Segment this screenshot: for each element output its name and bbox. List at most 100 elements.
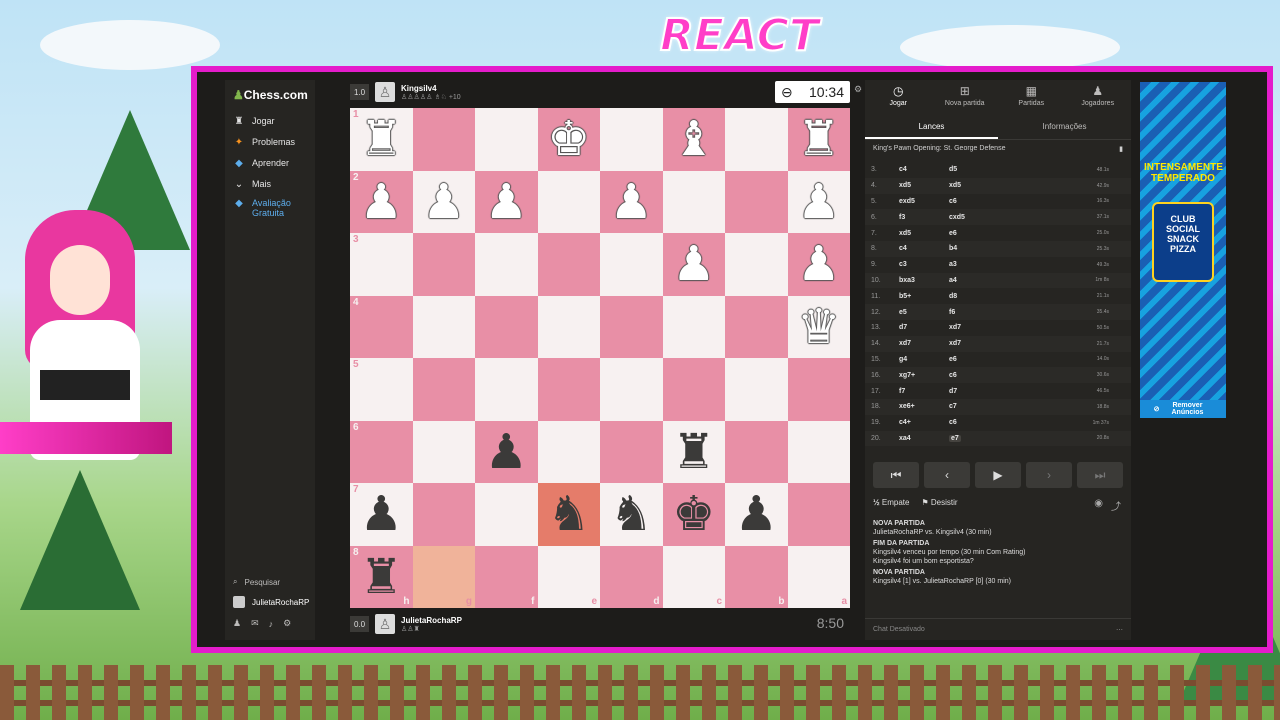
white-pawn-icon[interactable]: ♟ [485,178,528,226]
white-move[interactable]: c4 [899,245,949,252]
board-square[interactable] [787,420,850,483]
white-pawn-icon[interactable]: ♟ [610,178,653,226]
resign-button[interactable]: ⚑ Desistir [921,498,957,507]
white-bishop-icon[interactable]: ♝ [672,115,715,163]
sidebar-item-more[interactable]: ⌄ Mais [233,179,271,190]
board-square[interactable]: g [412,545,475,608]
board-square[interactable]: 2 ♟ [350,170,413,233]
board-square[interactable]: ♟ [725,483,788,546]
board-square[interactable] [787,483,850,546]
board-square[interactable]: ♞ [600,483,663,546]
black-move[interactable]: xd7 [949,324,1069,331]
white-pawn-icon[interactable]: ♟ [360,178,403,226]
white-move[interactable]: bxa3 [899,277,949,284]
share-icon[interactable]: ⤴ [1111,498,1121,513]
white-move[interactable]: b5+ [899,293,949,300]
black-move[interactable]: xd5 [949,182,1069,189]
black-move[interactable]: e6 [949,356,1069,363]
sidebar-item-play[interactable]: ♜ Jogar [233,116,275,127]
tab-new-game[interactable]: ⊞ Nova partida [932,80,999,114]
board-square[interactable] [600,420,663,483]
black-knight-icon[interactable]: ♞ [610,490,653,538]
board-square[interactable]: 5 [350,358,413,421]
white-move[interactable]: xd7 [899,340,949,347]
black-rook-icon[interactable]: ♜ [360,553,403,601]
board-square[interactable]: d [600,545,663,608]
white-pawn-icon[interactable]: ♟ [672,240,715,288]
black-king-icon[interactable]: ♚ [672,490,715,538]
avatar[interactable]: ♙ [375,614,395,634]
white-queen-icon[interactable]: ♛ [797,303,840,351]
black-pawn-icon[interactable]: ♟ [360,490,403,538]
chess-board[interactable]: 1 ♜ ♚ ♝ ♜ 2 ♟ ♟ ♟ ♟ ♟ 3 ♟ ♟ 4 ♛ 5 6 ♟ ♜ 7 ♟ ♞ ♞ ♚ ♟ 8 h ♜ g f e d c b a [350,108,850,608]
black-move[interactable]: a3 [949,261,1069,268]
board-square[interactable] [475,483,538,546]
friends-icon[interactable]: ♟ [233,618,241,629]
board-square[interactable]: 7 ♟ [350,483,413,546]
black-move[interactable]: c6 [949,198,1069,205]
board-square[interactable] [725,295,788,358]
board-square[interactable] [537,170,600,233]
board-square[interactable]: ♟ [475,420,538,483]
black-move[interactable]: f6 [949,309,1069,316]
board-square[interactable] [537,233,600,296]
board-square[interactable]: ♟ [662,233,725,296]
board-square[interactable] [725,170,788,233]
sidebar-item-trial[interactable]: ◆ Avaliação Gratuita [233,198,302,218]
board-square[interactable]: b [725,545,788,608]
board-square[interactable]: ♟ [600,170,663,233]
board-square[interactable] [662,295,725,358]
white-move[interactable]: xd5 [899,230,949,237]
board-square[interactable] [725,108,788,171]
white-move[interactable]: xd5 [899,182,949,189]
board-square[interactable] [600,233,663,296]
board-square[interactable] [475,295,538,358]
white-rook-icon[interactable]: ♜ [797,115,840,163]
black-move[interactable]: b4 [949,245,1069,252]
white-king-icon[interactable]: ♚ [547,115,590,163]
black-move[interactable]: c6 [949,372,1069,379]
book-icon[interactable]: ▮ [1119,145,1123,153]
chess-logo[interactable]: ♟Chess.com [233,88,308,102]
black-move[interactable]: a4 [949,277,1069,284]
board-square[interactable] [475,358,538,421]
black-move[interactable]: xd7 [949,340,1069,347]
play-moves-button[interactable]: ▶ [975,462,1021,488]
board-square[interactable]: ♚ [662,483,725,546]
black-move[interactable]: c6 [949,419,1069,426]
board-square[interactable] [725,358,788,421]
white-move[interactable]: xg7+ [899,372,949,379]
white-pawn-icon[interactable]: ♟ [797,240,840,288]
chat-input[interactable]: Chat Desativado ⋯ [865,618,1131,640]
board-settings-icon[interactable]: ⚙ [854,84,862,95]
black-pawn-icon[interactable]: ♟ [735,490,778,538]
draw-button[interactable]: ½ Empate [873,498,909,507]
board-square[interactable] [412,233,475,296]
user-profile[interactable]: JulietaRochaRP [233,596,309,608]
board-square[interactable]: ♟ [787,233,850,296]
board-square[interactable]: f [475,545,538,608]
white-move[interactable]: c4 [899,166,949,173]
player-name[interactable]: Kingsilv4 [401,84,461,93]
white-move[interactable]: f7 [899,388,949,395]
white-move[interactable]: xa4 [899,435,949,442]
board-square[interactable] [725,420,788,483]
sidebar-item-learn[interactable]: ◆ Aprender [233,158,289,169]
sidebar-item-puzzles[interactable]: ✦ Problemas [233,137,295,148]
white-move[interactable]: d7 [899,324,949,331]
board-square[interactable] [412,483,475,546]
search-link[interactable]: ⌕ Pesquisar [233,577,280,587]
tab-games[interactable]: ▦ Partidas [998,80,1065,114]
board-square[interactable]: c [662,545,725,608]
white-move[interactable]: c3 [899,261,949,268]
board-square[interactable] [600,108,663,171]
board-square[interactable] [412,420,475,483]
board-square[interactable]: ♜ [787,108,850,171]
board-square[interactable]: a [787,545,850,608]
white-move[interactable]: c4+ [899,419,949,426]
board-square[interactable] [537,295,600,358]
black-rook-icon[interactable]: ♜ [672,428,715,476]
tab-moves[interactable]: Lances [865,114,998,139]
board-square[interactable] [475,233,538,296]
gear-icon[interactable]: ⚙ [283,618,291,629]
